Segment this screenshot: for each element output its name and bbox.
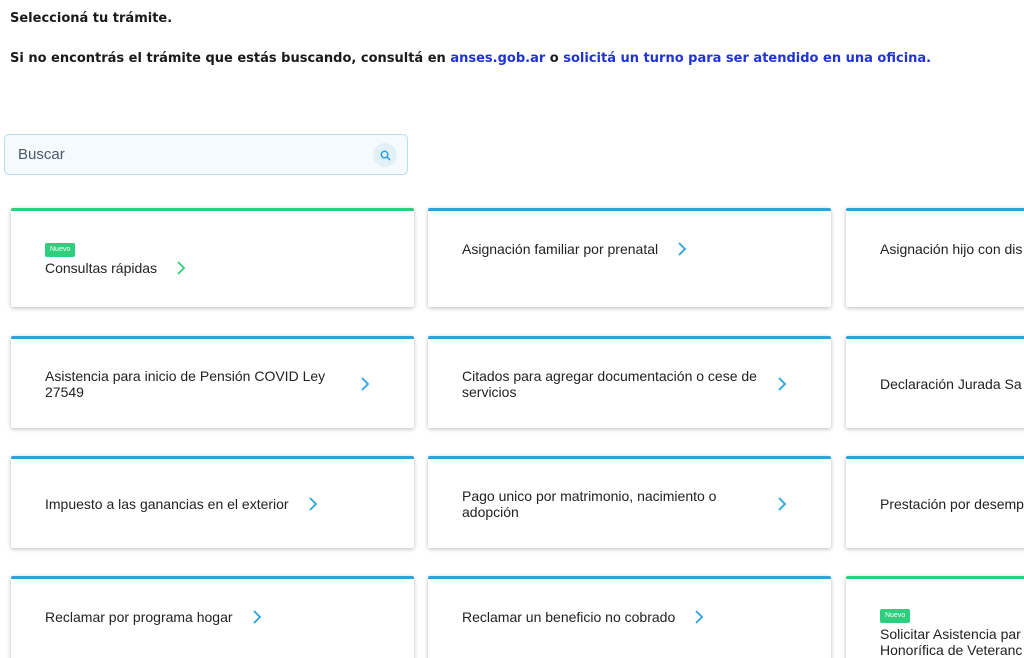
tramite-card-asistencia-veteranos[interactable]: Nuevo Solicitar Asistencia par Honorífic… <box>846 576 1024 658</box>
chevron-right-icon <box>308 496 317 511</box>
card-label: Reclamar por programa hogar <box>45 609 233 625</box>
card-label: Impuesto a las ganancias en el exterior <box>45 495 289 512</box>
card-label: Asistencia para inicio de Pensión COVID … <box>45 367 326 400</box>
card-label: Solicitar Asistencia par Honorífica de V… <box>880 626 1023 658</box>
tramite-card-pago-unico[interactable]: Pago unico por matrimonio, nacimiento o … <box>428 456 831 548</box>
info-prefix: Si no encontrás el trámite que estás bus… <box>10 51 451 66</box>
chevron-right-icon <box>678 242 687 256</box>
info-text: Si no encontrás el trámite que estás bus… <box>10 51 931 66</box>
request-appointment-link[interactable]: solicitá un turno para ser atendido en u… <box>563 51 931 66</box>
chevron-right-icon <box>778 496 787 511</box>
card-label: Asignación hijo con dis <box>880 241 1023 257</box>
tramite-card-declaracion-jurada[interactable]: Declaración Jurada Sa <box>846 336 1024 428</box>
tramite-card-prestacion-desempleo[interactable]: Prestación por desemp <box>846 456 1024 548</box>
chevron-right-icon <box>778 376 787 391</box>
chevron-right-icon <box>695 610 704 624</box>
chevron-right-icon <box>252 610 261 624</box>
card-label: Prestación por desemp <box>880 495 1024 512</box>
info-connector: o <box>545 51 564 66</box>
chevron-right-icon <box>361 376 370 391</box>
page-title: Seleccioná tu trámite. <box>10 11 173 26</box>
card-label: Reclamar un beneficio no cobrado <box>462 609 676 625</box>
card-label: Citados para agregar documentación o ces… <box>462 367 757 400</box>
tramite-card-pension-covid[interactable]: Asistencia para inicio de Pensión COVID … <box>11 336 414 428</box>
tramites-page: Seleccioná tu trámite. Si no encontrás e… <box>0 0 1024 658</box>
card-label: Asignación familiar por prenatal <box>462 241 659 257</box>
new-badge: Nuevo <box>45 242 76 257</box>
search-box <box>4 134 408 175</box>
tramite-card-impuesto-ganancias[interactable]: Impuesto a las ganancias en el exterior <box>11 456 414 548</box>
new-badge: Nuevo <box>880 609 911 623</box>
tramite-card-asignacion-prenatal[interactable]: Asignación familiar por prenatal <box>428 208 831 307</box>
card-label: Pago unico por matrimonio, nacimiento o … <box>462 487 717 520</box>
card-label: Declaración Jurada Sa <box>880 375 1022 392</box>
search-icon <box>380 150 390 160</box>
tramite-card-programa-hogar[interactable]: Reclamar por programa hogar <box>11 576 414 658</box>
tramite-card-citados-documentacion[interactable]: Citados para agregar documentación o ces… <box>428 336 831 428</box>
anses-site-link[interactable]: anses.gob.ar <box>450 51 545 66</box>
chevron-right-icon <box>177 260 186 275</box>
search-button[interactable] <box>373 143 397 167</box>
tramite-card-asignacion-hijo-discapacidad[interactable]: Asignación hijo con dis <box>846 208 1024 307</box>
tramite-card-beneficio-no-cobrado[interactable]: Reclamar un beneficio no cobrado <box>428 576 831 658</box>
search-input[interactable] <box>18 135 358 174</box>
card-label: Consultas rápidas <box>45 259 158 276</box>
tramite-card-consultas-rapidas[interactable]: Nuevo Consultas rápidas <box>11 208 414 307</box>
